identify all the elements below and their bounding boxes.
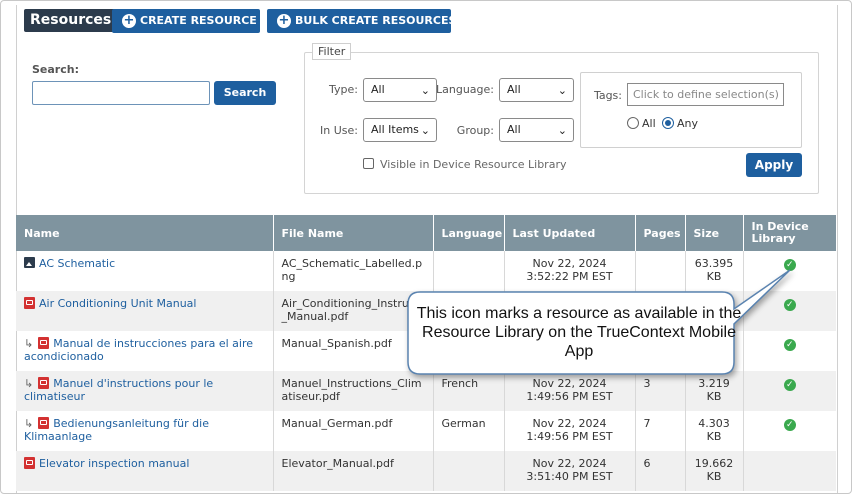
- callout-bubble: [407, 269, 791, 375]
- callout-text: This icon marks a resource as available …: [416, 305, 742, 360]
